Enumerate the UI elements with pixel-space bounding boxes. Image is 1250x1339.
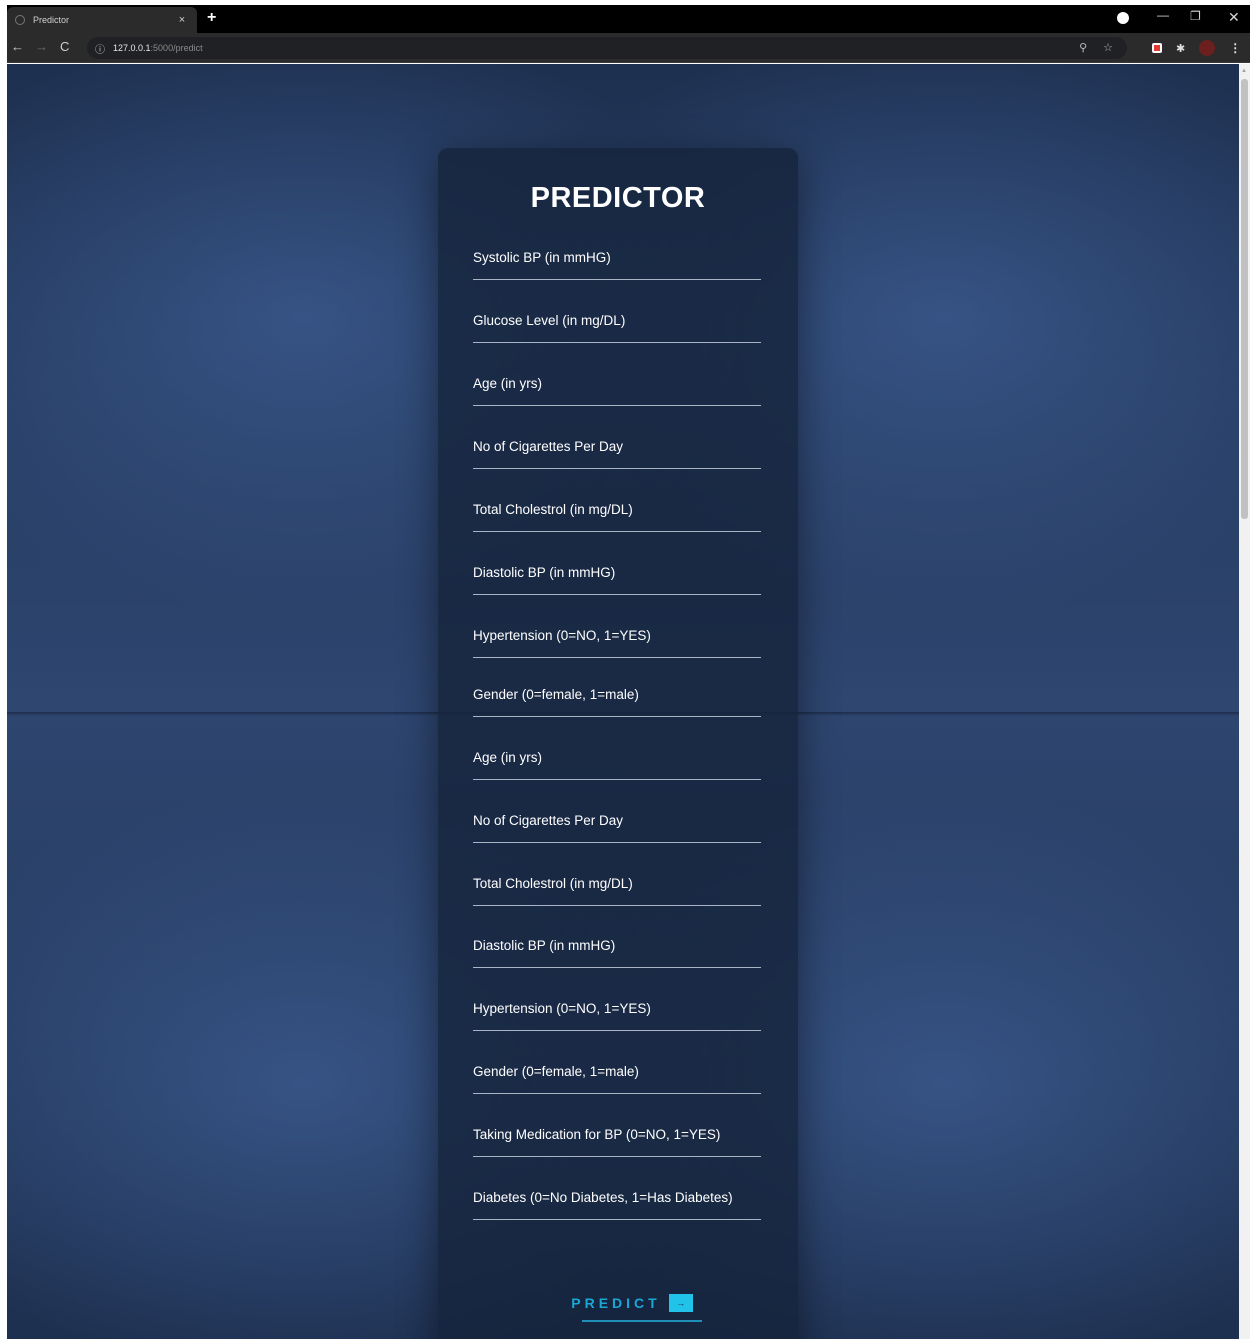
hypertension-field[interactable]: Hypertension (0=NO, 1=YES) bbox=[473, 618, 761, 658]
field-label: Diastolic BP (in mmHG) bbox=[473, 565, 616, 580]
page-viewport: PREDICTOR Systolic BP (in mmHG) Glucose … bbox=[7, 64, 1239, 1339]
site-info-icon[interactable]: ⓘ bbox=[95, 41, 105, 56]
bp-medication-field[interactable]: Taking Medication for BP (0=NO, 1=YES) bbox=[473, 1117, 761, 1157]
extensions-area: ✱ ⋮ bbox=[1152, 40, 1241, 56]
tab-title: Predictor bbox=[33, 15, 70, 25]
tab-predictor[interactable]: Predictor × bbox=[7, 7, 197, 33]
maximize-button[interactable]: ❐ bbox=[1190, 9, 1201, 23]
new-tab-button[interactable]: + bbox=[207, 9, 216, 27]
browser-window: Predictor × + — ❐ ✕ ← → C ⓘ 127.0.0.1 :5… bbox=[7, 5, 1250, 1339]
cigarettes-field-2[interactable]: No of Cigarettes Per Day bbox=[473, 803, 761, 843]
predict-button-label: PREDICT bbox=[571, 1295, 661, 1311]
omnibox-actions: ⚲ ☆ bbox=[1079, 41, 1113, 54]
diastolic-bp-field-2[interactable]: Diastolic BP (in mmHG) bbox=[473, 928, 761, 968]
zoom-icon[interactable]: ⚲ bbox=[1079, 41, 1087, 54]
profile-icon[interactable] bbox=[1117, 12, 1129, 24]
glucose-field[interactable]: Glucose Level (in mg/DL) bbox=[473, 303, 761, 343]
gender-field[interactable]: Gender (0=female, 1=male) bbox=[473, 677, 761, 717]
field-label: Diastolic BP (in mmHG) bbox=[473, 938, 616, 953]
field-label: Taking Medication for BP (0=NO, 1=YES) bbox=[473, 1127, 721, 1142]
predict-button[interactable]: PREDICT → bbox=[562, 1290, 702, 1316]
gender-field-2[interactable]: Gender (0=female, 1=male) bbox=[473, 1054, 761, 1094]
hypertension-field-2[interactable]: Hypertension (0=NO, 1=YES) bbox=[473, 991, 761, 1031]
predict-underline bbox=[582, 1320, 702, 1322]
window-close-button[interactable]: ✕ bbox=[1228, 9, 1240, 26]
reload-button[interactable]: C bbox=[60, 39, 69, 54]
kebab-menu-icon[interactable]: ⋮ bbox=[1229, 41, 1241, 55]
field-label: Total Cholestrol (in mg/DL) bbox=[473, 876, 633, 891]
diabetes-field[interactable]: Diabetes (0=No Diabetes, 1=Has Diabetes) bbox=[473, 1180, 761, 1220]
field-label: Hypertension (0=NO, 1=YES) bbox=[473, 1001, 651, 1016]
arrow-right-icon: → bbox=[668, 1294, 693, 1312]
systolic-bp-field[interactable]: Systolic BP (in mmHG) bbox=[473, 240, 761, 280]
back-button[interactable]: ← bbox=[11, 39, 24, 54]
forward-button[interactable]: → bbox=[35, 39, 48, 54]
cigarettes-field[interactable]: No of Cigarettes Per Day bbox=[473, 429, 761, 469]
field-label: Age (in yrs) bbox=[473, 750, 543, 765]
vertical-scrollbar[interactable]: ▲ bbox=[1239, 64, 1250, 1339]
age-field[interactable]: Age (in yrs) bbox=[473, 366, 761, 406]
avatar[interactable] bbox=[1199, 40, 1216, 56]
field-label: Total Cholestrol (in mg/DL) bbox=[473, 502, 633, 517]
age-field-2[interactable]: Age (in yrs) bbox=[473, 740, 761, 780]
field-label: No of Cigarettes Per Day bbox=[473, 439, 624, 454]
globe-icon bbox=[15, 15, 25, 25]
scroll-up-icon[interactable]: ▲ bbox=[1241, 68, 1247, 74]
tab-strip: Predictor × + — ❐ ✕ bbox=[7, 5, 1250, 33]
field-label: Gender (0=female, 1=male) bbox=[473, 687, 639, 702]
cholesterol-field-2[interactable]: Total Cholestrol (in mg/DL) bbox=[473, 866, 761, 906]
scroll-thumb[interactable] bbox=[1241, 79, 1248, 519]
field-label: Hypertension (0=NO, 1=YES) bbox=[473, 628, 651, 643]
field-label: Diabetes (0=No Diabetes, 1=Has Diabetes) bbox=[473, 1190, 733, 1205]
bookmark-star-icon[interactable]: ☆ bbox=[1103, 41, 1113, 54]
field-label: Glucose Level (in mg/DL) bbox=[473, 313, 626, 328]
url-host: 127.0.0.1 bbox=[113, 43, 151, 53]
field-label: Systolic BP (in mmHG) bbox=[473, 250, 611, 265]
field-label: Gender (0=female, 1=male) bbox=[473, 1064, 639, 1079]
predictor-form: PREDICTOR Systolic BP (in mmHG) Glucose … bbox=[438, 148, 798, 1339]
url-input[interactable]: ⓘ 127.0.0.1 :5000/predict ⚲ ☆ bbox=[87, 37, 1127, 59]
cholesterol-field[interactable]: Total Cholestrol (in mg/DL) bbox=[473, 492, 761, 532]
field-label: No of Cigarettes Per Day bbox=[473, 813, 624, 828]
diastolic-bp-field[interactable]: Diastolic BP (in mmHG) bbox=[473, 555, 761, 595]
url-path: :5000/predict bbox=[150, 43, 203, 53]
minimize-button[interactable]: — bbox=[1157, 8, 1169, 22]
page-title: PREDICTOR bbox=[530, 182, 706, 214]
puzzle-icon[interactable]: ✱ bbox=[1176, 42, 1185, 55]
extension-icon[interactable] bbox=[1152, 43, 1162, 53]
field-label: Age (in yrs) bbox=[473, 376, 543, 391]
close-icon[interactable]: × bbox=[175, 14, 189, 26]
address-bar: ← → C ⓘ 127.0.0.1 :5000/predict ⚲ ☆ ✱ ⋮ bbox=[7, 33, 1250, 63]
